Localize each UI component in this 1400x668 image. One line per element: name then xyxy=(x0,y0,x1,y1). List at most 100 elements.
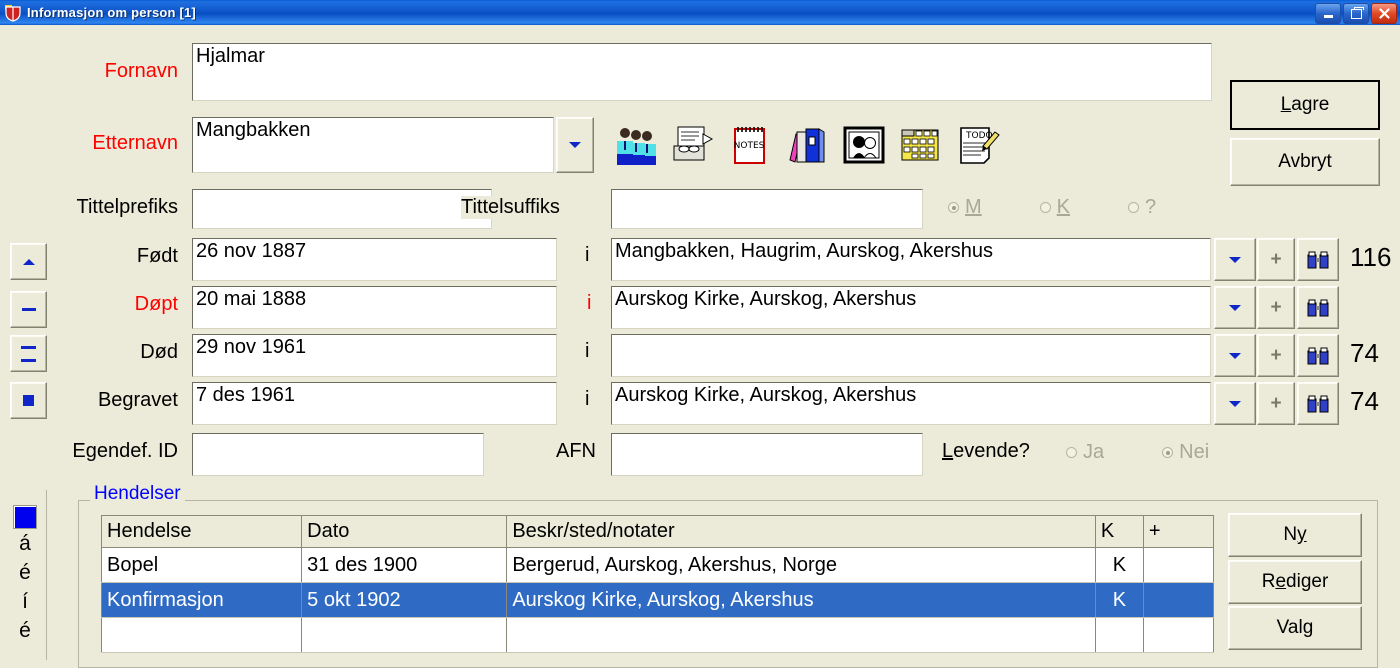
dopt-add-button[interactable]: + xyxy=(1257,286,1295,329)
binoculars-search-icon xyxy=(1307,299,1329,316)
begravet-search-button[interactable] xyxy=(1297,382,1339,425)
dod-info-marker[interactable]: i xyxy=(585,340,589,363)
tittelprefiks-input[interactable] xyxy=(192,189,492,229)
tittelsuffiks-input[interactable] xyxy=(611,189,923,229)
new-event-button[interactable]: Ny xyxy=(1228,513,1362,557)
calendar-grid-icon[interactable] xyxy=(897,123,945,167)
etternavn-input[interactable]: Mangbakken xyxy=(192,117,554,173)
begravet-date-input[interactable]: 7 des 1961 xyxy=(192,382,557,425)
cell-hendelse: Konfirmasjon xyxy=(100,582,303,618)
cell-hendelse xyxy=(100,617,303,653)
books-icon[interactable] xyxy=(783,123,831,167)
fodt-place-input[interactable]: Mangbakken, Haugrim, Aurskog, Akershus xyxy=(611,238,1211,281)
afn-input[interactable] xyxy=(611,433,923,476)
edit-event-button[interactable]: Rediger xyxy=(1228,560,1362,604)
cell-dato: 5 okt 1902 xyxy=(301,582,508,618)
fodt-label: Født xyxy=(136,245,178,267)
egendef-id-input[interactable] xyxy=(192,433,484,476)
dash-button[interactable] xyxy=(10,291,47,328)
dopt-info-marker[interactable]: i xyxy=(587,292,591,315)
cancel-button[interactable]: Avbryt xyxy=(1230,138,1380,186)
cell-dato: 31 des 1900 xyxy=(301,547,508,583)
levende-radio-group: Ja Nei xyxy=(1066,441,1209,464)
column-header-beskr[interactable]: Beskr/sted/notater xyxy=(506,515,1096,548)
fodt-add-button[interactable]: + xyxy=(1257,238,1295,281)
dopt-label: Døpt xyxy=(134,293,178,315)
dod-label: Død xyxy=(140,341,178,363)
events-table-header-row: Hendelse Dato Beskr/sted/notater K + xyxy=(100,515,1215,548)
accent-char-i-acute[interactable]: í xyxy=(22,587,28,616)
gender-option-unknown[interactable]: ? xyxy=(1128,196,1156,219)
dod-place-input[interactable] xyxy=(611,334,1211,377)
dod-add-button[interactable]: + xyxy=(1257,334,1295,377)
options-event-button[interactable]: Valg xyxy=(1228,606,1362,650)
column-header-k[interactable]: K xyxy=(1094,515,1144,548)
accent-char-e-acute-2[interactable]: é xyxy=(19,616,31,645)
cell-plus xyxy=(1142,582,1215,618)
cell-beskr: Bergerud, Aurskog, Akershus, Norge xyxy=(506,547,1096,583)
begravet-add-button[interactable]: + xyxy=(1257,382,1295,425)
fodt-info-marker[interactable]: i xyxy=(585,244,589,267)
dod-search-button[interactable] xyxy=(1297,334,1339,377)
accent-char-e-acute[interactable]: é xyxy=(19,558,31,587)
dod-date-input[interactable]: 29 nov 1961 xyxy=(192,334,557,377)
documents-icon[interactable] xyxy=(669,123,717,167)
save-button[interactable]: Lagre xyxy=(1230,80,1380,130)
window-title: Informasjon om person [1] xyxy=(27,5,196,20)
cell-k: K xyxy=(1094,547,1144,583)
levende-option-ja-label: Ja xyxy=(1083,441,1105,463)
color-swatch-button[interactable] xyxy=(13,505,37,529)
column-header-hendelse[interactable]: Hendelse xyxy=(100,515,303,548)
gender-option-k[interactable]: K xyxy=(1039,196,1071,219)
cell-plus xyxy=(1142,617,1215,653)
table-row-empty[interactable] xyxy=(100,617,1215,653)
tittelprefiks-label: Tittelprefiks xyxy=(76,196,178,218)
gender-option-k-label: K xyxy=(1056,196,1071,218)
dod-age-value: 74 xyxy=(1350,338,1379,368)
fornavn-input[interactable]: Hjalmar xyxy=(192,43,1212,101)
edit-event-accel: e xyxy=(1275,571,1287,592)
dopt-search-button[interactable] xyxy=(1297,286,1339,329)
column-header-dato[interactable]: Dato xyxy=(301,515,508,548)
todo-list-icon[interactable]: TODO xyxy=(954,123,1002,167)
save-label-rest: agre xyxy=(1291,94,1330,115)
levende-option-nei[interactable]: Nei xyxy=(1162,441,1209,464)
new-event-label: Ny xyxy=(1283,524,1307,545)
gender-radio-group: M K ? xyxy=(948,196,1208,219)
move-up-button[interactable] xyxy=(10,243,47,280)
levende-option-ja[interactable]: Ja xyxy=(1066,441,1104,464)
close-button[interactable] xyxy=(1371,3,1397,24)
begravet-info-marker[interactable]: i xyxy=(585,388,589,411)
accent-char-a-acute[interactable]: á xyxy=(19,529,31,558)
family-group-icon[interactable] xyxy=(612,123,660,167)
cell-plus xyxy=(1142,547,1215,583)
begravet-place-input[interactable]: Aurskog Kirke, Aurskog, Akershus xyxy=(611,382,1211,425)
etternavn-dropdown-button[interactable] xyxy=(556,117,594,173)
equals-button[interactable] xyxy=(10,335,47,372)
cell-beskr xyxy=(506,617,1096,653)
notes-pad-icon[interactable]: NOTES xyxy=(726,123,774,167)
dopt-place-input[interactable]: Aurskog Kirke, Aurskog, Akershus xyxy=(611,286,1211,329)
cell-beskr: Aurskog Kirke, Aurskog, Akershus xyxy=(506,582,1096,618)
dopt-dropdown-button[interactable] xyxy=(1214,286,1256,329)
restore-button[interactable] xyxy=(1343,3,1369,24)
gender-option-m[interactable]: M xyxy=(948,196,982,219)
dod-dropdown-button[interactable] xyxy=(1214,334,1256,377)
photo-portrait-icon[interactable] xyxy=(840,123,888,167)
dopt-date-input[interactable]: 20 mai 1888 xyxy=(192,286,557,329)
binoculars-search-icon xyxy=(1307,395,1329,412)
minimize-button[interactable] xyxy=(1315,3,1341,24)
column-header-plus[interactable]: + xyxy=(1142,515,1215,548)
begravet-dropdown-button[interactable] xyxy=(1214,382,1256,425)
person-info-window: Informasjon om person [1] Fornavn Hjalma… xyxy=(0,0,1400,668)
window-controls xyxy=(1315,3,1397,24)
table-row[interactable]: Bopel 31 des 1900 Bergerud, Aurskog, Ake… xyxy=(100,547,1215,583)
chevron-down-icon xyxy=(1229,352,1241,359)
fodt-date-input[interactable]: 26 nov 1887 xyxy=(192,238,557,281)
table-row[interactable]: Konfirmasjon 5 okt 1902 Aurskog Kirke, A… xyxy=(100,582,1215,618)
cell-k: K xyxy=(1094,582,1144,618)
equals-icon xyxy=(21,345,36,362)
fodt-search-button[interactable] xyxy=(1297,238,1339,281)
chevron-down-icon xyxy=(1229,400,1241,407)
fodt-dropdown-button[interactable] xyxy=(1214,238,1256,281)
